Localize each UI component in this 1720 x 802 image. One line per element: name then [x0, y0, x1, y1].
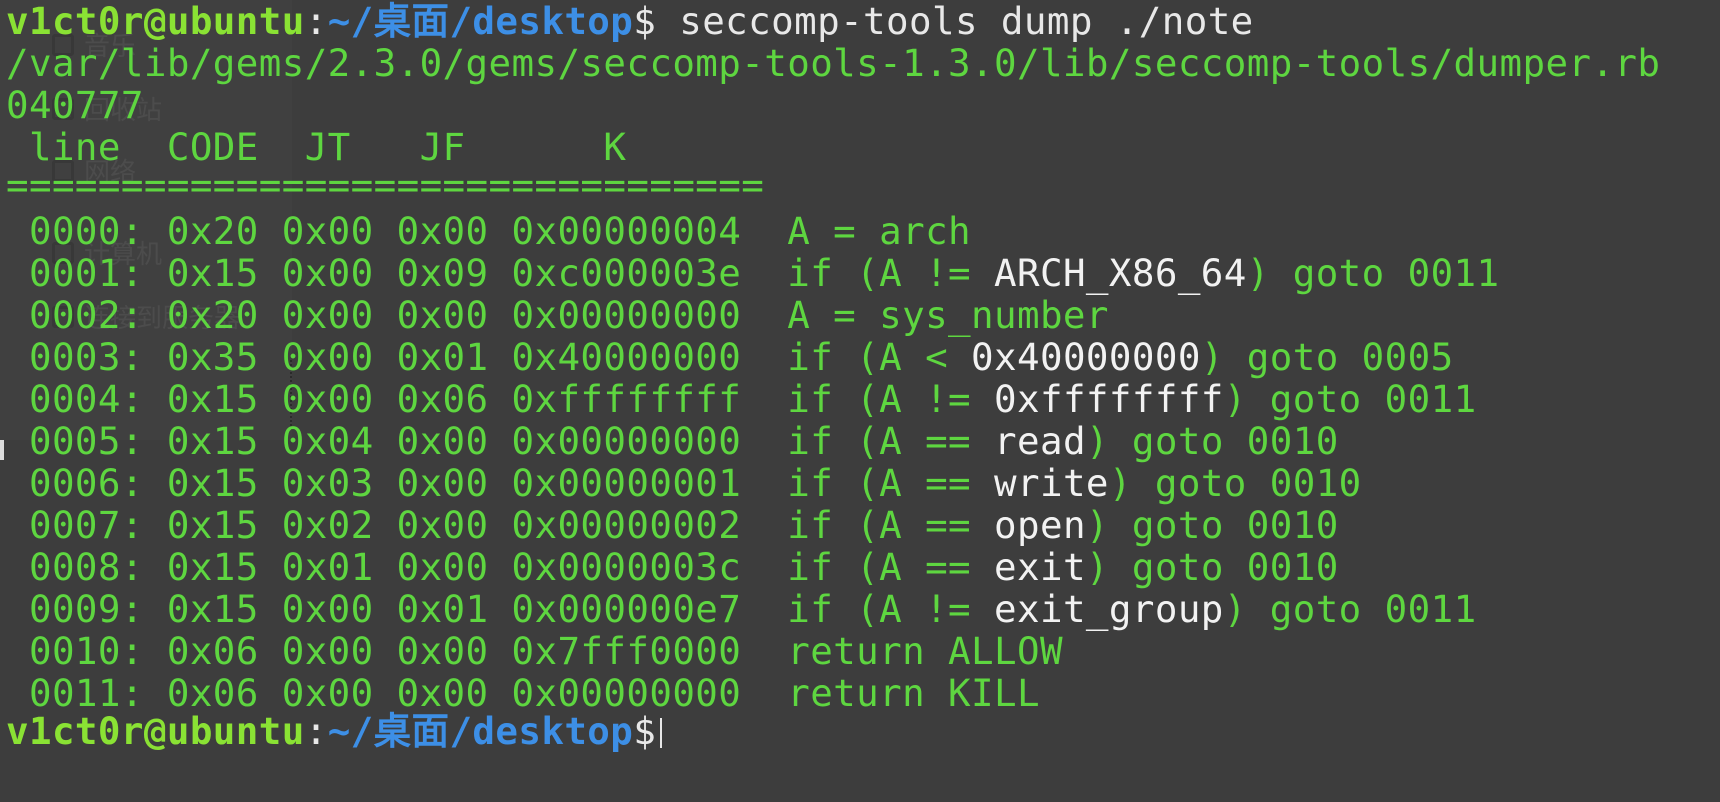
bpf-row-code: 0004: 0x15 0x00 0x06 0xffffffff if (A != — [6, 377, 995, 421]
bpf-row-code: 0006: 0x15 0x03 0x00 0x00000001 if (A == — [6, 461, 995, 505]
bpf-row-code: 0000: 0x20 0x00 0x00 0x00000004 A = arch — [6, 209, 972, 253]
prompt-dollar: $ — [633, 709, 657, 753]
prompt-path: ~/桌面/desktop — [327, 709, 634, 753]
bpf-row: 0001: 0x15 0x00 0x09 0xc000003e if (A !=… — [6, 250, 1500, 296]
bpf-row: 0010: 0x06 0x00 0x00 0x7fff0000 return A… — [6, 628, 1063, 674]
bpf-row-code: 0009: 0x15 0x00 0x01 0x000000e7 if (A != — [6, 587, 995, 631]
bpf-row-target: ) goto 0010 — [1085, 503, 1339, 547]
bpf-row-code: 0005: 0x15 0x04 0x00 0x00000000 if (A == — [6, 419, 995, 463]
prompt-line-final[interactable]: v1ct0r@ubuntu:~/桌面/desktop$ — [6, 708, 663, 754]
bpf-row-code: 0001: 0x15 0x00 0x09 0xc000003e if (A != — [6, 251, 995, 295]
bpf-row-argument: open — [994, 503, 1086, 547]
prompt-colon: : — [304, 709, 328, 753]
bpf-row-target: ) goto 0005 — [1200, 335, 1454, 379]
prompt-user-host: v1ct0r@ubuntu — [6, 709, 305, 753]
bpf-row-target: ) goto 0010 — [1085, 545, 1339, 589]
command-text: seccomp-tools dump ./note — [656, 0, 1254, 43]
bpf-row-argument: exit — [994, 545, 1086, 589]
bpf-row-target: ) goto 0011 — [1246, 251, 1500, 295]
table-separator: ================================= — [6, 163, 765, 207]
bpf-row-argument: exit_group — [994, 587, 1224, 631]
bpf-row-code: 0007: 0x15 0x02 0x00 0x00000002 if (A == — [6, 503, 995, 547]
bpf-row-argument: ARCH_X86_64 — [994, 251, 1247, 295]
bpf-row-target: ) goto 0011 — [1223, 377, 1477, 421]
bpf-row: 0007: 0x15 0x02 0x00 0x00000002 if (A ==… — [6, 502, 1339, 548]
bpf-row: 0000: 0x20 0x00 0x00 0x00000004 A = arch — [6, 208, 971, 254]
bpf-row-argument: 0x40000000 — [971, 335, 1201, 379]
bpf-row-target: ) goto 0010 — [1085, 419, 1339, 463]
warning-line: /var/lib/gems/2.3.0/gems/seccomp-tools-1… — [6, 41, 1661, 85]
bpf-row: 0003: 0x35 0x00 0x01 0x40000000 if (A < … — [6, 334, 1454, 380]
bpf-row-argument: 0xffffffff — [994, 377, 1224, 421]
prompt-user-host: v1ct0r@ubuntu — [6, 0, 305, 43]
bpf-row-argument: write — [994, 461, 1109, 505]
terminal-window[interactable]: 音乐 回收站 网络 计算机 连接到服务器 v1ct0r@ubuntu:~/桌面/… — [0, 0, 1720, 802]
bpf-row: 0005: 0x15 0x04 0x00 0x00000000 if (A ==… — [6, 418, 1339, 464]
prompt-dollar: $ — [633, 0, 657, 43]
bpf-row: 0006: 0x15 0x03 0x00 0x00000001 if (A ==… — [6, 460, 1362, 506]
bpf-row-code: 0008: 0x15 0x01 0x00 0x0000003c if (A == — [6, 545, 995, 589]
prompt-line: v1ct0r@ubuntu:~/桌面/desktop$ seccomp-tool… — [6, 0, 1254, 44]
bpf-row-argument: read — [994, 419, 1086, 463]
text-cursor — [660, 718, 663, 748]
mode-line: 040777 — [6, 83, 144, 127]
bpf-row: 0008: 0x15 0x01 0x00 0x0000003c if (A ==… — [6, 544, 1339, 590]
bpf-row-code: 0010: 0x06 0x00 0x00 0x7fff0000 return A… — [6, 629, 1063, 673]
bpf-row-target: ) goto 0010 — [1108, 461, 1362, 505]
prompt-colon: : — [304, 0, 328, 43]
bpf-row: 0009: 0x15 0x00 0x01 0x000000e7 if (A !=… — [6, 586, 1477, 632]
bpf-row: 0004: 0x15 0x00 0x06 0xffffffff if (A !=… — [6, 376, 1477, 422]
bpf-row-code: 0003: 0x35 0x00 0x01 0x40000000 if (A < — [6, 335, 972, 379]
bpf-row: 0002: 0x20 0x00 0x00 0x00000000 A = sys_… — [6, 292, 1109, 338]
prompt-path: ~/桌面/desktop — [327, 0, 634, 43]
bpf-row-target: ) goto 0011 — [1223, 587, 1477, 631]
window-edge-marker — [0, 440, 4, 460]
bpf-row-code: 0002: 0x20 0x00 0x00 0x00000000 A = sys_… — [6, 293, 1109, 337]
